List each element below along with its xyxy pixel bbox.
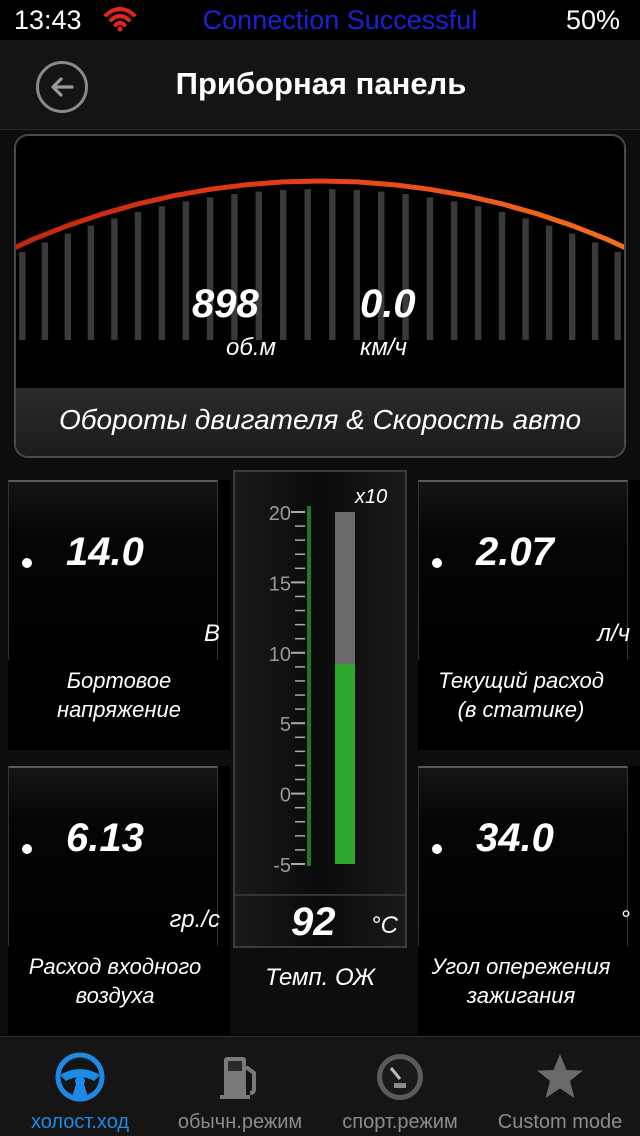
maf-label-line2: воздуха — [75, 983, 155, 1008]
rpm-segment — [280, 189, 287, 340]
scale-tick-label: 10 — [269, 644, 291, 666]
bullet-icon — [432, 844, 442, 854]
coolant-gauge[interactable]: x10 20 15 10 5 0 -5 92 °C — [233, 470, 407, 948]
fuel-pump-icon — [220, 1057, 256, 1099]
fuel-rate-unit: л/ч — [597, 620, 630, 647]
rpm-segment — [614, 252, 621, 340]
voltage-value: 14.0 — [66, 530, 144, 574]
tab-sport[interactable]: спорт.режим — [320, 1037, 480, 1136]
star-icon — [537, 1054, 583, 1098]
rpm-segment — [304, 189, 311, 340]
rpm-segment — [19, 252, 26, 340]
speed-value: 0.0 — [360, 282, 416, 326]
tab-bar: холост.ход обычн.режим спорт.режим Custo… — [0, 1036, 640, 1136]
rpm-segment — [64, 233, 71, 340]
tab-label: холост.ход — [30, 1111, 130, 1133]
rpm-segment — [426, 197, 434, 340]
tab-idle[interactable]: холост.ход — [0, 1037, 160, 1136]
maf-unit: гр./с — [169, 906, 220, 933]
bullet-icon — [22, 844, 32, 854]
tab-label: обычн.режим — [177, 1111, 303, 1133]
tab-custom[interactable]: Custom mode — [480, 1037, 640, 1136]
fuel-rate-label: Текущий расход (в статике) — [410, 666, 632, 724]
status-bar: 13:43 Connection Successful 50% — [0, 0, 640, 40]
rpm-segment — [569, 233, 576, 340]
voltage-tile[interactable]: 14.0 В Бортовое напряжение — [8, 480, 230, 750]
gauge-label: Обороты двигателя & Скорость авто — [16, 388, 624, 456]
rpm-segment — [87, 225, 95, 340]
scale-tick-label: 0 — [280, 785, 291, 807]
divider — [235, 894, 405, 896]
rpm-segment — [134, 211, 142, 340]
battery-level: 50% — [565, 5, 620, 35]
rpm-segment — [158, 206, 166, 340]
connection-status: Connection Successful — [202, 5, 478, 35]
coolant-unit: °C — [371, 912, 398, 939]
rpm-speed-gauge[interactable]: 898 об.м 0.0 км/ч Обороты двигателя & Ск… — [14, 134, 626, 458]
tab-label: Custom mode — [497, 1111, 623, 1133]
scale-tick-label: 20 — [269, 503, 291, 525]
coolant-value: 92 — [291, 900, 336, 944]
timing-label-line2: зажигания — [466, 983, 576, 1008]
voltage-unit: В — [203, 620, 220, 647]
page-title: Приборная панель — [175, 66, 467, 101]
maf-label: Расход входного воздуха — [4, 952, 226, 1010]
speed-unit: км/ч — [360, 334, 407, 361]
rpm-segment — [591, 242, 599, 340]
timing-tile[interactable]: 34.0 ° Угол опережения зажигания — [418, 766, 640, 1036]
rpm-segment — [522, 218, 529, 340]
fuel-rate-label-line1: Текущий расход — [438, 668, 604, 693]
maf-value: 6.13 — [66, 816, 144, 860]
rpm-segment — [111, 218, 118, 340]
steering-wheel-icon — [55, 1052, 105, 1102]
tab-normal[interactable]: обычн.режим — [160, 1037, 320, 1136]
voltage-label: Бортовое напряжение — [8, 666, 230, 724]
rpm-arc-scale — [16, 178, 624, 340]
rpm-unit: об.м — [226, 334, 276, 361]
coolant-scale: 20 15 10 5 0 -5 — [269, 503, 355, 877]
scale-tick-label: 5 — [280, 714, 291, 736]
voltage-label-line2: напряжение — [57, 697, 181, 722]
bullet-icon — [22, 558, 32, 568]
maf-tile[interactable]: 6.13 гр./с Расход входного воздуха — [8, 766, 230, 1036]
speedometer-icon — [377, 1054, 423, 1100]
rpm-segment — [329, 189, 336, 340]
rpm-segment — [498, 211, 506, 340]
rpm-segment — [545, 225, 553, 340]
fuel-rate-tile[interactable]: 2.07 л/ч Текущий расход (в статике) — [418, 480, 640, 750]
fuel-rate-value: 2.07 — [476, 530, 554, 574]
rpm-segment — [474, 206, 482, 340]
rpm-segment — [41, 242, 49, 340]
maf-label-line1: Расход входного — [28, 954, 202, 979]
scale-tick-label: 15 — [269, 573, 291, 595]
rpm-segment — [450, 201, 458, 340]
rpm-value: 898 — [192, 282, 259, 326]
voltage-label-line1: Бортовое — [66, 668, 172, 693]
timing-label: Угол опережения зажигания — [410, 952, 632, 1010]
coolant-level-bar — [335, 664, 355, 864]
timing-unit: ° — [620, 906, 630, 933]
bullet-icon — [432, 558, 442, 568]
timing-value: 34.0 — [476, 816, 554, 860]
scale-tick-label: -5 — [273, 855, 291, 877]
fuel-rate-label-line2: (в статике) — [457, 697, 585, 722]
coolant-label: Темп. ОЖ — [265, 964, 375, 991]
tab-label: спорт.режим — [342, 1111, 458, 1133]
rpm-segment — [182, 201, 190, 340]
timing-label-line1: Угол опережения — [431, 954, 611, 979]
nav-bar: Приборная панель — [0, 40, 640, 130]
